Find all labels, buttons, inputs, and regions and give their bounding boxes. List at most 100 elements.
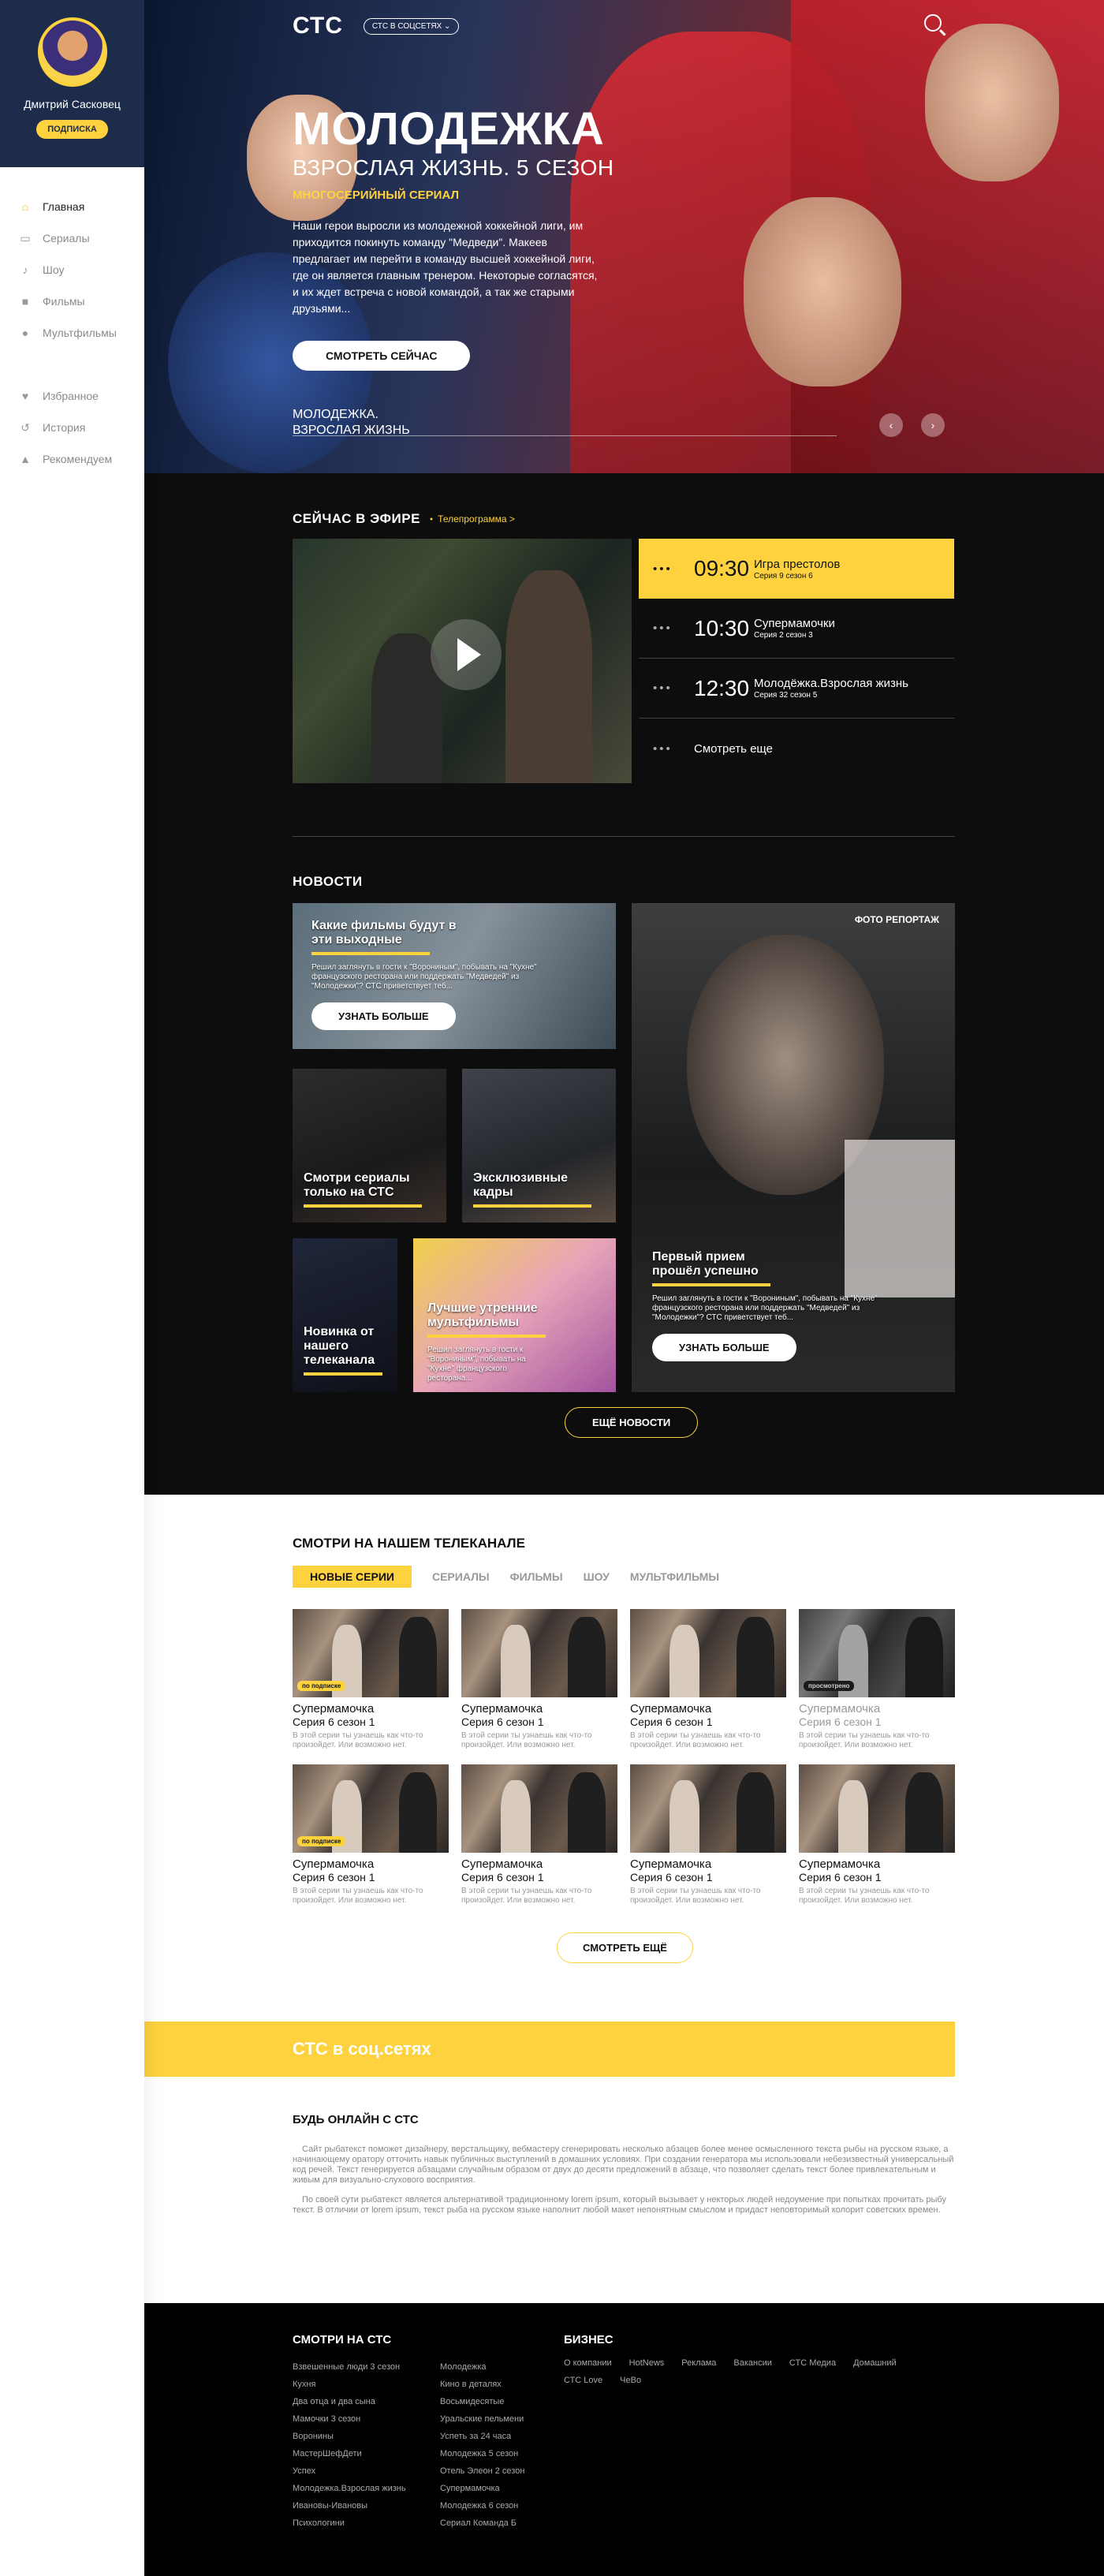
schedule-list: ••• 09:30 Игра престолов Серия 9 сезон 6 … (639, 539, 954, 778)
tv-program-link[interactable]: Телепрограмма > (430, 513, 515, 525)
news-card[interactable]: Лучшие утренние мультфильмы Решил заглян… (413, 1238, 616, 1392)
nav-item-favorites[interactable]: ♥ Избранное (17, 380, 144, 412)
tab-movies[interactable]: ФИЛЬМЫ (510, 1566, 563, 1588)
footer-link[interactable]: HotNews (629, 2358, 665, 2368)
hero-content: МОЛОДЕЖКА ВЗРОСЛАЯ ЖИЗНЬ. 5 СЕЗОН МНОГОС… (293, 106, 624, 371)
episode-thumbnail (461, 1609, 617, 1697)
tab-new-episodes[interactable]: НОВЫЕ СЕРИИ (293, 1566, 412, 1588)
subscribe-button[interactable]: ПОДПИСКА (36, 120, 108, 139)
onair-title: СЕЙЧАС В ЭФИРЕ (293, 511, 420, 526)
nav-item-home[interactable]: ⌂ Главная (17, 191, 144, 222)
footer-link[interactable]: Молодежка 6 сезон (440, 2497, 524, 2514)
footer-link[interactable]: СТС Love (564, 2376, 602, 2385)
user-name: Дмитрий Сасковец (24, 98, 121, 110)
episode-thumbnail: по подписке (293, 1764, 449, 1853)
footer-link[interactable]: Взвешенные люди 3 сезон (293, 2358, 406, 2376)
episode-card[interactable]: по подписке Супермамочка Серия 6 сезон 1В … (293, 1609, 449, 1750)
hero-subtitle: ВЗРОСЛАЯ ЖИЗНЬ. 5 СЕЗОН (293, 155, 614, 180)
top-bar: СТС СТС В СОЦСЕТЯХ ⌄ (293, 13, 460, 39)
nav-item-recommend[interactable]: ▲ Рекомендуем (17, 443, 144, 475)
nav-item-series[interactable]: ▭ Сериалы (17, 222, 144, 254)
hero-kind: МНОГОСЕРИЙНЫЙ СЕРИАЛ (293, 189, 460, 202)
footer-title-business: БИЗНЕС (564, 2333, 614, 2346)
tab-shows[interactable]: ШОУ (584, 1566, 610, 1588)
more-news-button[interactable]: ЕЩЁ НОВОСТИ (565, 1407, 699, 1438)
footer-link[interactable]: МастерШефДети (293, 2445, 406, 2462)
fire-icon: ▲ (20, 453, 31, 465)
footer-link[interactable]: Молодежка 5 сезон (440, 2445, 524, 2462)
schedule-item[interactable]: ••• 09:30 Игра престолов Серия 9 сезон 6 (639, 539, 954, 599)
schedule-item[interactable]: ••• 12:30 Молодёжка.Взрослая жизнь Серия … (639, 659, 954, 719)
episode-grid: по подписке Супермамочка Серия 6 сезон 1В … (293, 1609, 955, 1906)
footer-link[interactable]: О компании (564, 2358, 612, 2368)
episode-card[interactable]: Супермамочка Серия 6 сезон 1В этой серии … (630, 1609, 786, 1750)
news-card[interactable]: Какие фильмы будут в эти выходные Решил … (293, 903, 616, 1049)
social-banner[interactable]: СТС в соц.сетях (144, 2022, 955, 2077)
news-card[interactable]: Эксклюзивные кадры (462, 1069, 616, 1223)
nav-item-shows[interactable]: ♪ Шоу (17, 254, 144, 286)
schedule-more-link[interactable]: ••• Смотреть еще (639, 719, 954, 778)
episode-card[interactable]: Супермамочка Серия 6 сезон 1В этой серии … (461, 1609, 617, 1750)
footer-link[interactable]: СТС Медиа (789, 2358, 836, 2368)
footer-link[interactable]: Молодежка.Взрослая жизнь (293, 2480, 406, 2497)
live-video-player[interactable] (293, 539, 632, 783)
footer-link[interactable]: Супермамочка (440, 2480, 524, 2497)
episode-card[interactable]: Супермамочка Серия 6 сезон 1В этой серии … (799, 1764, 955, 1906)
accent-bar (304, 1372, 382, 1376)
accent-bar (304, 1204, 422, 1208)
episode-card[interactable]: просмотрено Супермамочка Серия 6 сезон 1В … (799, 1609, 955, 1750)
watch-now-button[interactable]: СМОТРЕТЬ СЕЙЧАС (293, 341, 471, 371)
footer-link[interactable]: ЧеВо (620, 2376, 641, 2385)
prev-slide-button[interactable]: ‹ (879, 413, 903, 437)
news-card[interactable]: Смотри сериалы только на СТС (293, 1069, 446, 1223)
footer-link[interactable]: Кино в деталях (440, 2376, 524, 2393)
nav-item-movies[interactable]: ■ Фильмы (17, 286, 144, 317)
footer-link[interactable]: Вакансии (733, 2358, 772, 2368)
footer-link[interactable]: Два отца и два сына (293, 2393, 406, 2410)
category-tabs: НОВЫЕ СЕРИИ СЕРИАЛЫ ФИЛЬМЫ ШОУ МУЛЬТФИЛЬ… (293, 1566, 740, 1588)
nav-item-history[interactable]: ↺ История (17, 412, 144, 443)
show-more-button[interactable]: СМОТРЕТЬ ЕЩЁ (557, 1932, 693, 1963)
dots-icon: ••• (653, 681, 673, 695)
episode-card[interactable]: Супермамочка Серия 6 сезон 1В этой серии … (461, 1764, 617, 1906)
footer-link[interactable]: Успеть за 24 часа (440, 2428, 524, 2445)
tab-series[interactable]: СЕРИАЛЫ (432, 1566, 490, 1588)
footer-link[interactable]: Отель Элеон 2 сезон (440, 2462, 524, 2480)
microphone-icon: ♪ (22, 263, 28, 276)
search-icon[interactable] (924, 14, 942, 32)
learn-more-button[interactable]: УЗНАТЬ БОЛЬШЕ (652, 1334, 796, 1361)
episode-thumbnail: по подписке (293, 1609, 449, 1697)
footer-link[interactable]: Мамочки 3 сезон (293, 2410, 406, 2428)
footer-link[interactable]: Восьмидесятые (440, 2393, 524, 2410)
network-dropdown[interactable]: СТС В СОЦСЕТЯХ ⌄ (363, 17, 460, 35)
nav-item-cartoons[interactable]: ● Мультфильмы (17, 317, 144, 349)
footer-link[interactable]: Домашний (853, 2358, 897, 2368)
chevron-left-icon: ‹ (889, 419, 893, 431)
news-card[interactable]: Новинка от нашего телеканала (293, 1238, 397, 1392)
sts-logo[interactable]: СТС (293, 13, 343, 39)
footer-link[interactable]: Реклама (681, 2358, 716, 2368)
hero-slide-caption[interactable]: МОЛОДЕЖКА. ВЗРОСЛАЯ ЖИЗНЬ (293, 407, 410, 439)
tv-icon: ▭ (20, 231, 31, 245)
play-icon[interactable] (431, 619, 502, 690)
footer-link[interactable]: Сериал Команда Б (440, 2514, 524, 2532)
footer-link[interactable]: Ивановы-Ивановы (293, 2497, 406, 2514)
schedule-item[interactable]: ••• 10:30 Супермамочки Серия 2 сезон 3 (639, 599, 954, 659)
episode-thumbnail (461, 1764, 617, 1853)
footer-link[interactable]: Уральские пельмени (440, 2410, 524, 2428)
tab-cartoons[interactable]: МУЛЬТФИЛЬМЫ (630, 1566, 719, 1588)
balloon-icon: ● (21, 327, 29, 339)
avatar[interactable] (37, 17, 107, 87)
footer-link[interactable]: Воронины (293, 2428, 406, 2445)
next-slide-button[interactable]: › (921, 413, 945, 437)
footer-link[interactable]: Успех (293, 2462, 406, 2480)
dark-section: СЕЙЧАС В ЭФИРЕ Телепрограмма > ••• 09:30… (144, 0, 1104, 1495)
learn-more-button[interactable]: УЗНАТЬ БОЛЬШЕ (311, 1002, 456, 1030)
episode-card[interactable]: Супермамочка Серия 6 сезон 1В этой серии … (630, 1764, 786, 1906)
news-card-featured[interactable]: ФОТО РЕПОРТАЖ Первый прием прошёл успешн… (632, 903, 955, 1392)
slider-progress (293, 435, 837, 436)
footer-link[interactable]: Психологини (293, 2514, 406, 2532)
footer-link[interactable]: Молодежка (440, 2358, 524, 2376)
episode-card[interactable]: по подписке Супермамочка Серия 6 сезон 1В … (293, 1764, 449, 1906)
footer-link[interactable]: Кухня (293, 2376, 406, 2393)
